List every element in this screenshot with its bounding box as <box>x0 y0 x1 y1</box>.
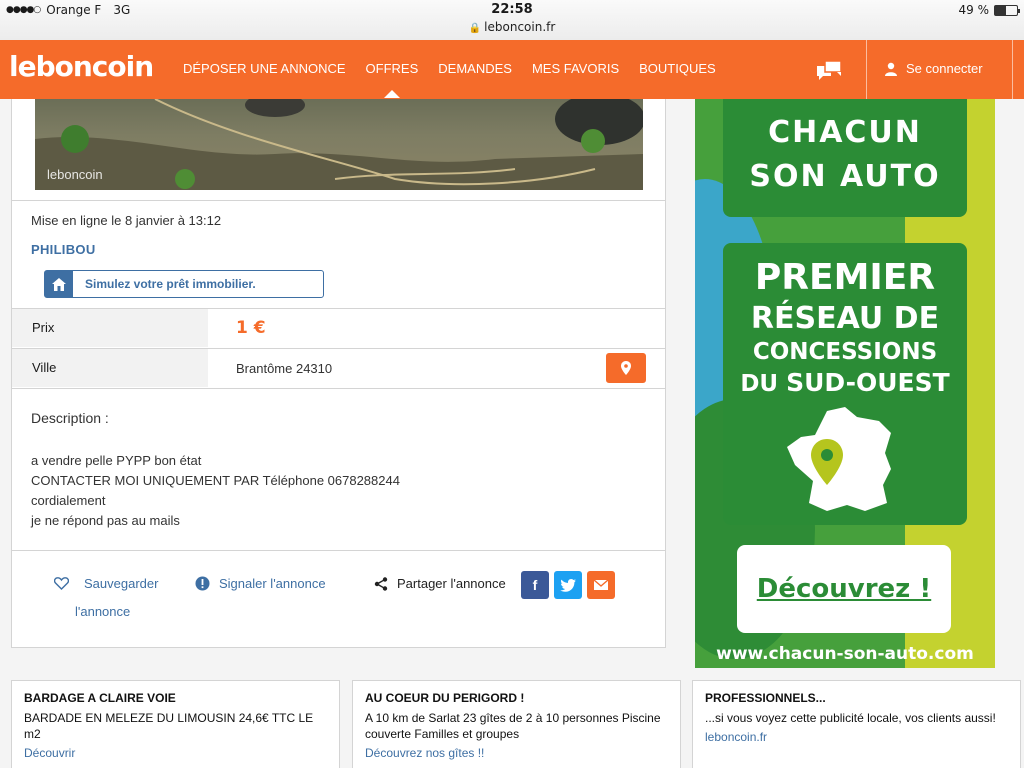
bottom-ad-text: ...si vous voyez cette publicité locale,… <box>705 711 996 725</box>
loan-simulator-button[interactable]: Simulez votre prêt immobilier. <box>44 270 324 298</box>
clock: 22:58 <box>491 2 533 17</box>
nav-boutiques[interactable]: BOUTIQUES <box>639 61 716 76</box>
share-label: Partager l'annonce <box>397 576 506 591</box>
alert-icon <box>195 576 210 591</box>
status-bar: ●●●●○ Orange F 3G 22:58 🔒 leboncoin.fr 49… <box>0 0 1024 40</box>
photo-watermark: leboncoin <box>47 167 103 182</box>
share-section: Partager l'annonce <box>374 576 506 591</box>
map-pin-icon <box>621 361 631 375</box>
description-line: je ne répond pas au mails <box>31 513 180 528</box>
ad-discover-button[interactable]: Découvrez ! <box>737 545 951 633</box>
bottom-ad-bardage[interactable]: BARDAGE A CLAIRE VOIE BARDADE EN MELEZE … <box>11 680 340 768</box>
site-header: leboncoin DÉPOSER UNE ANNONCE OFFRES DEM… <box>0 40 1024 99</box>
bottom-ad-link[interactable]: Découvrez nos gîtes !! <box>365 746 668 760</box>
twitter-share-button[interactable] <box>554 571 582 599</box>
city-label: Ville <box>12 349 208 387</box>
bottom-ad-perigord[interactable]: AU COEUR DU PERIGORD ! A 10 km de Sarlat… <box>352 680 681 768</box>
email-share-button[interactable] <box>587 571 615 599</box>
twitter-icon <box>560 578 576 592</box>
main-nav: DÉPOSER UNE ANNONCE OFFRES DEMANDES MES … <box>183 61 736 98</box>
city-value: Brantôme 24310 <box>236 361 333 376</box>
facebook-share-button[interactable]: f <box>521 571 549 599</box>
messages-icon[interactable] <box>815 58 847 82</box>
home-icon <box>45 271 73 297</box>
bottom-ad-text: BARDADE EN MELEZE DU LIMOUSIN 24,6€ TTC … <box>24 711 314 741</box>
seller-name[interactable]: PHILIBOU <box>31 242 96 257</box>
chacun-son-auto-ad[interactable]: CHACUN SON AUTO PREMIER RÉSEAU DE CONCES… <box>695 99 995 668</box>
description-line: a vendre pelle PYPP bon état <box>31 453 202 468</box>
bottom-ad-title: PROFESSIONNELS... <box>705 691 826 705</box>
save-label: Sauvegarder <box>84 576 159 591</box>
save-listing-button[interactable]: Sauvegarder <box>54 576 158 591</box>
bottom-ad-professionnels[interactable]: PROFESSIONNELS... ...si vous voyez cette… <box>692 680 1021 768</box>
bottom-ad-link[interactable]: leboncoin.fr <box>705 730 1008 744</box>
address-bar[interactable]: 🔒 leboncoin.fr <box>0 20 1024 34</box>
ad-headline-line3: CONCESSIONS <box>752 339 938 365</box>
map-button[interactable] <box>606 353 646 383</box>
nav-deposer-annonce[interactable]: DÉPOSER UNE ANNONCE <box>183 61 346 76</box>
posted-date: Mise en ligne le 8 janvier à 13:12 <box>31 213 222 228</box>
report-listing-button[interactable]: Signaler l'annonce <box>195 576 326 591</box>
price-label: Prix <box>12 309 208 347</box>
ad-brand-line2: SON AUTO <box>749 159 941 194</box>
envelope-icon <box>594 580 608 590</box>
facebook-icon: f <box>532 577 538 593</box>
login-button[interactable]: Se connecter <box>884 61 983 76</box>
ad-headline-line2: RÉSEAU DE <box>750 301 940 336</box>
ad-brand-box: CHACUN SON AUTO <box>723 99 967 217</box>
battery-icon <box>994 4 1020 16</box>
description-line: cordialement <box>31 493 106 508</box>
user-icon <box>885 62 897 76</box>
france-map-icon <box>787 407 891 511</box>
description-line: CONTACTER MOI UNIQUEMENT PAR Téléphone 0… <box>31 473 400 488</box>
description-title: Description : <box>31 410 109 426</box>
header-divider <box>866 40 867 99</box>
heart-icon <box>54 577 69 590</box>
bottom-ad-link[interactable]: Découvrir <box>24 746 327 760</box>
battery-percent: 49 % <box>958 3 990 17</box>
description-body: a vendre pelle PYPP bon état CONTACTER M… <box>31 451 400 531</box>
bottom-ad-title: AU COEUR DU PERIGORD ! <box>365 691 525 705</box>
share-icon <box>374 576 388 591</box>
ad-message-box: PREMIER RÉSEAU DE CONCESSIONS DU SUD-OUE… <box>723 243 967 525</box>
url-text: leboncoin.fr <box>484 20 556 34</box>
ad-brand-line1: CHACUN <box>768 115 922 150</box>
divider <box>12 200 665 201</box>
listing-photo[interactable]: leboncoin <box>35 99 643 190</box>
divider <box>12 550 665 551</box>
save-listing-label-line2[interactable]: l'annonce <box>75 604 130 619</box>
battery-info: 49 % <box>958 3 1020 17</box>
login-label: Se connecter <box>906 61 983 76</box>
ad-url: www.chacun-son-auto.com <box>716 644 974 664</box>
price-value: 1 € <box>236 318 266 338</box>
photo-scene <box>35 99 643 190</box>
report-label: Signaler l'annonce <box>219 576 326 591</box>
bottom-ad-text: A 10 km de Sarlat 23 gîtes de 2 à 10 per… <box>365 711 661 741</box>
leboncoin-logo[interactable]: leboncoin <box>9 50 154 83</box>
nav-mes-favoris[interactable]: MES FAVORIS <box>532 61 619 76</box>
divider <box>12 388 665 389</box>
nav-offres[interactable]: OFFRES <box>366 61 418 98</box>
bottom-ad-title: BARDAGE A CLAIRE VOIE <box>24 691 176 705</box>
nav-demandes[interactable]: DEMANDES <box>438 61 512 76</box>
loan-simulator-label: Simulez votre prêt immobilier. <box>85 277 256 291</box>
ad-headline-line1: PREMIER <box>754 257 936 298</box>
header-divider-right <box>1012 40 1013 99</box>
lock-icon: 🔒 <box>468 23 482 34</box>
ad-headline-line4: DU SUD-OUEST <box>740 368 950 397</box>
listing-card: leboncoin Mise en ligne le 8 janvier à 1… <box>11 99 666 648</box>
